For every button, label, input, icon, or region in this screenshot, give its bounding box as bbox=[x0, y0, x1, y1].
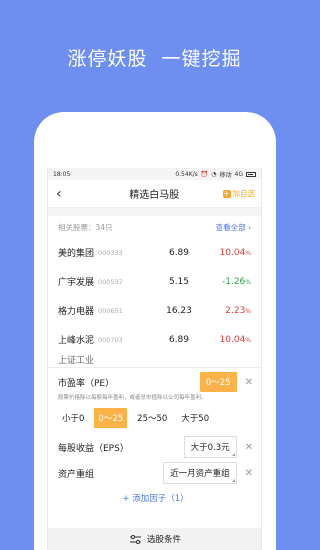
filter-pe: 市盈率（PE） 0〜25 ✕ bbox=[48, 370, 261, 394]
pe-value[interactable]: 0〜25 bbox=[199, 372, 237, 392]
back-button[interactable]: ‹ bbox=[56, 186, 86, 202]
network-speed: 0.54K/s bbox=[175, 170, 198, 178]
stock-row[interactable]: 格力电器 000651 16.23 2.23% bbox=[48, 296, 261, 325]
stock-row[interactable]: 上峰水泥 000703 6.89 10.04% bbox=[48, 325, 261, 354]
stock-price: 5.15 bbox=[168, 276, 190, 287]
status-bar: 18:05 0.54K/s ⏰ ◔ 移动 4G bbox=[48, 168, 261, 180]
network-type: 4G bbox=[234, 170, 243, 178]
wifi-icon: ◔ bbox=[211, 170, 217, 178]
remove-restructure-icon[interactable]: ✕ bbox=[245, 468, 253, 479]
change-unit: % bbox=[245, 336, 251, 344]
stock-code: 000703 bbox=[98, 335, 123, 344]
restructure-label: 资产重组 bbox=[58, 469, 95, 480]
eps-label: 每股收益（EPS） bbox=[58, 443, 129, 454]
filter-eps: 每股收益（EPS） 大于0.3元 ✕ bbox=[48, 434, 261, 460]
view-all-link[interactable]: 查看全部 › bbox=[216, 222, 251, 233]
stock-row[interactable]: 广宇发展 000537 5.15 -1.26% bbox=[48, 267, 261, 296]
stock-name: 广宇发展 bbox=[58, 278, 95, 288]
eps-value-select[interactable]: 大于0.3元 bbox=[183, 436, 237, 458]
stock-row-partial: 上证工业 bbox=[48, 354, 261, 365]
headline-part1: 涨停妖股 bbox=[67, 48, 148, 70]
plus-icon: + bbox=[222, 188, 231, 198]
pe-option-selected[interactable]: 0〜25 bbox=[94, 408, 128, 428]
pe-options: 小于0 0〜25 25〜50 大于50 bbox=[48, 408, 261, 428]
nav-bar: ‹ 精选白马股 + 加自选 bbox=[48, 180, 261, 208]
headline-part2: 一键挖掘 bbox=[161, 48, 242, 70]
sliders-icon bbox=[129, 534, 141, 544]
change-value: 10.04 bbox=[219, 334, 246, 345]
change-unit: % bbox=[245, 307, 251, 315]
add-favorite-button[interactable]: + 加自选 bbox=[222, 188, 256, 199]
battery-icon bbox=[246, 171, 256, 177]
stock-name: 上证工业 bbox=[58, 355, 95, 365]
stock-name: 美的集团 bbox=[58, 249, 95, 259]
stock-name: 格力电器 bbox=[58, 307, 95, 317]
remove-eps-icon[interactable]: ✕ bbox=[245, 442, 253, 453]
restructure-value-select[interactable]: 近一月资产重组 bbox=[163, 462, 237, 484]
divider bbox=[48, 208, 261, 216]
change-unit: % bbox=[245, 249, 251, 257]
stock-code: 000333 bbox=[98, 248, 123, 257]
pe-description: 股票价格除以每股每年盈利，或者总市值除以公司每年盈利。 bbox=[58, 395, 207, 401]
pe-option[interactable]: 小于0 bbox=[58, 408, 88, 428]
page-title: 精选白马股 bbox=[129, 190, 180, 201]
app-screen: 18:05 0.54K/s ⏰ ◔ 移动 4G ‹ 精选白马股 + 加自选 相关… bbox=[47, 168, 262, 550]
filter-conditions-label: 选股条件 bbox=[146, 535, 181, 545]
pe-label: 市盈率（PE） bbox=[58, 378, 115, 389]
stock-name: 上峰水泥 bbox=[58, 336, 95, 346]
alarm-icon: ⏰ bbox=[200, 170, 209, 178]
carrier: 移动 bbox=[219, 171, 232, 179]
stock-change: 10.04% bbox=[208, 335, 251, 345]
stock-code: 000537 bbox=[98, 277, 123, 286]
pe-option[interactable]: 25〜50 bbox=[133, 408, 171, 428]
stock-code: 000651 bbox=[98, 306, 123, 315]
pe-option[interactable]: 大于50 bbox=[177, 408, 213, 428]
add-favorite-label: 加自选 bbox=[232, 189, 256, 198]
stock-row[interactable]: 美的集团 000333 6.89 10.04% bbox=[48, 238, 261, 267]
status-time: 18:05 bbox=[53, 170, 71, 178]
filter-restructure: 资产重组 近一月资产重组 ✕ bbox=[48, 460, 261, 486]
add-factor-button[interactable]: + 添加因子（1） bbox=[48, 492, 261, 504]
stock-price: 16.23 bbox=[166, 305, 192, 316]
stock-change: 10.04% bbox=[208, 248, 251, 258]
change-value: 2.23 bbox=[225, 305, 246, 316]
related-header: 相关股票：34只 查看全部 › bbox=[48, 216, 261, 238]
change-unit: % bbox=[245, 278, 251, 286]
stock-price: 6.89 bbox=[168, 334, 190, 345]
filter-conditions-button[interactable]: 选股条件 bbox=[48, 528, 261, 550]
remove-pe-icon[interactable]: ✕ bbox=[245, 377, 253, 388]
filter-panel: 市盈率（PE） 0〜25 ✕ 股票价格除以每股每年盈利，或者总市值除以公司每年盈… bbox=[48, 367, 261, 550]
change-value: -1.26 bbox=[222, 276, 246, 287]
stock-change: -1.26% bbox=[208, 277, 251, 287]
stock-price: 6.89 bbox=[168, 247, 190, 258]
stock-list: 美的集团 000333 6.89 10.04% 广宇发展 000537 5.15… bbox=[48, 238, 261, 365]
change-value: 10.04 bbox=[219, 247, 246, 258]
related-count: 相关股票：34只 bbox=[58, 222, 113, 232]
promo-headline: 涨停妖股 一键挖掘 bbox=[0, 44, 309, 71]
stock-change: 2.23% bbox=[208, 306, 251, 316]
